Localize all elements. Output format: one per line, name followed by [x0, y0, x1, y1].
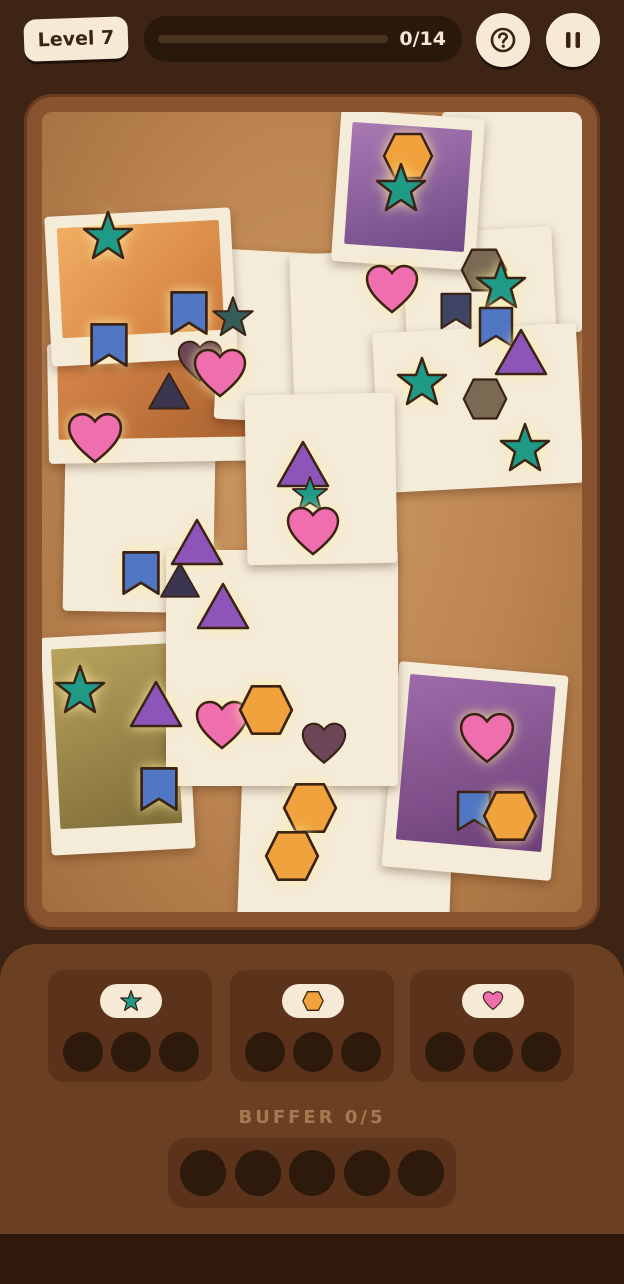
bookmark-piece[interactable]: [86, 320, 132, 370]
question-circle-icon: [490, 27, 516, 53]
triangle-piece[interactable]: [127, 678, 185, 730]
photo-card: [381, 660, 569, 882]
pause-icon: [566, 32, 580, 48]
bin-label: [100, 984, 162, 1018]
star-piece-faded: [212, 296, 254, 337]
star-piece[interactable]: [373, 160, 429, 216]
bin-slot: [111, 1032, 151, 1072]
buffer-slot: [398, 1150, 444, 1196]
bin-slot: [425, 1032, 465, 1072]
game-board: [42, 112, 582, 912]
top-bar: Level 7 0/14: [0, 0, 624, 90]
progress-track: [158, 35, 388, 43]
help-button[interactable]: [476, 13, 530, 67]
star-collector-bin: [48, 970, 212, 1082]
triangle-piece[interactable]: [194, 580, 252, 632]
star-piece[interactable]: [80, 208, 136, 264]
progress-text: 0/14: [399, 28, 446, 50]
bin-slot: [341, 1032, 381, 1072]
bin-label: [462, 984, 524, 1018]
level-indicator: Level 7: [23, 16, 129, 62]
bin-slot: [521, 1032, 561, 1072]
star-icon: [120, 990, 142, 1012]
progress-bar: 0/14: [144, 16, 462, 62]
hexagon-collector-bin: [230, 970, 394, 1082]
star-piece[interactable]: [497, 420, 553, 476]
hexagon-piece[interactable]: [482, 788, 538, 844]
hexagon-piece[interactable]: [238, 682, 294, 738]
level-label: Level 7: [37, 26, 115, 52]
buffer-slot: [180, 1150, 226, 1196]
bookmark-piece[interactable]: [166, 288, 212, 338]
bottom-strip: [0, 1234, 624, 1284]
bin-label: [282, 984, 344, 1018]
bin-slot: [245, 1032, 285, 1072]
heart-piece[interactable]: [192, 348, 248, 400]
heart-piece[interactable]: [285, 506, 341, 558]
bin-slot: [473, 1032, 513, 1072]
heart-icon: [482, 991, 504, 1011]
buffer-slot: [235, 1150, 281, 1196]
heart-piece[interactable]: [364, 264, 420, 316]
bookmark-piece-faded: [440, 292, 472, 330]
heart-piece[interactable]: [458, 712, 516, 766]
hexagon-icon: [302, 991, 324, 1011]
triangle-piece[interactable]: [492, 326, 550, 378]
buffer-slot: [289, 1150, 335, 1196]
buffer-label: BUFFER 0/5: [238, 1107, 386, 1128]
star-piece[interactable]: [394, 354, 450, 410]
bin-slot: [63, 1032, 103, 1072]
triangle-piece-faded: [148, 372, 190, 410]
heart-collector-bin: [410, 970, 574, 1082]
hexagon-piece-faded: [462, 378, 508, 420]
buffer-tray: [168, 1138, 456, 1208]
pause-button[interactable]: [546, 13, 600, 67]
bookmark-piece[interactable]: [136, 764, 182, 814]
star-piece[interactable]: [52, 662, 108, 718]
hexagon-piece[interactable]: [264, 828, 320, 884]
buffer-slot: [344, 1150, 390, 1196]
heart-piece[interactable]: [66, 412, 124, 466]
bin-slot: [293, 1032, 333, 1072]
bin-slot: [159, 1032, 199, 1072]
heart-piece-faded: [301, 722, 347, 764]
